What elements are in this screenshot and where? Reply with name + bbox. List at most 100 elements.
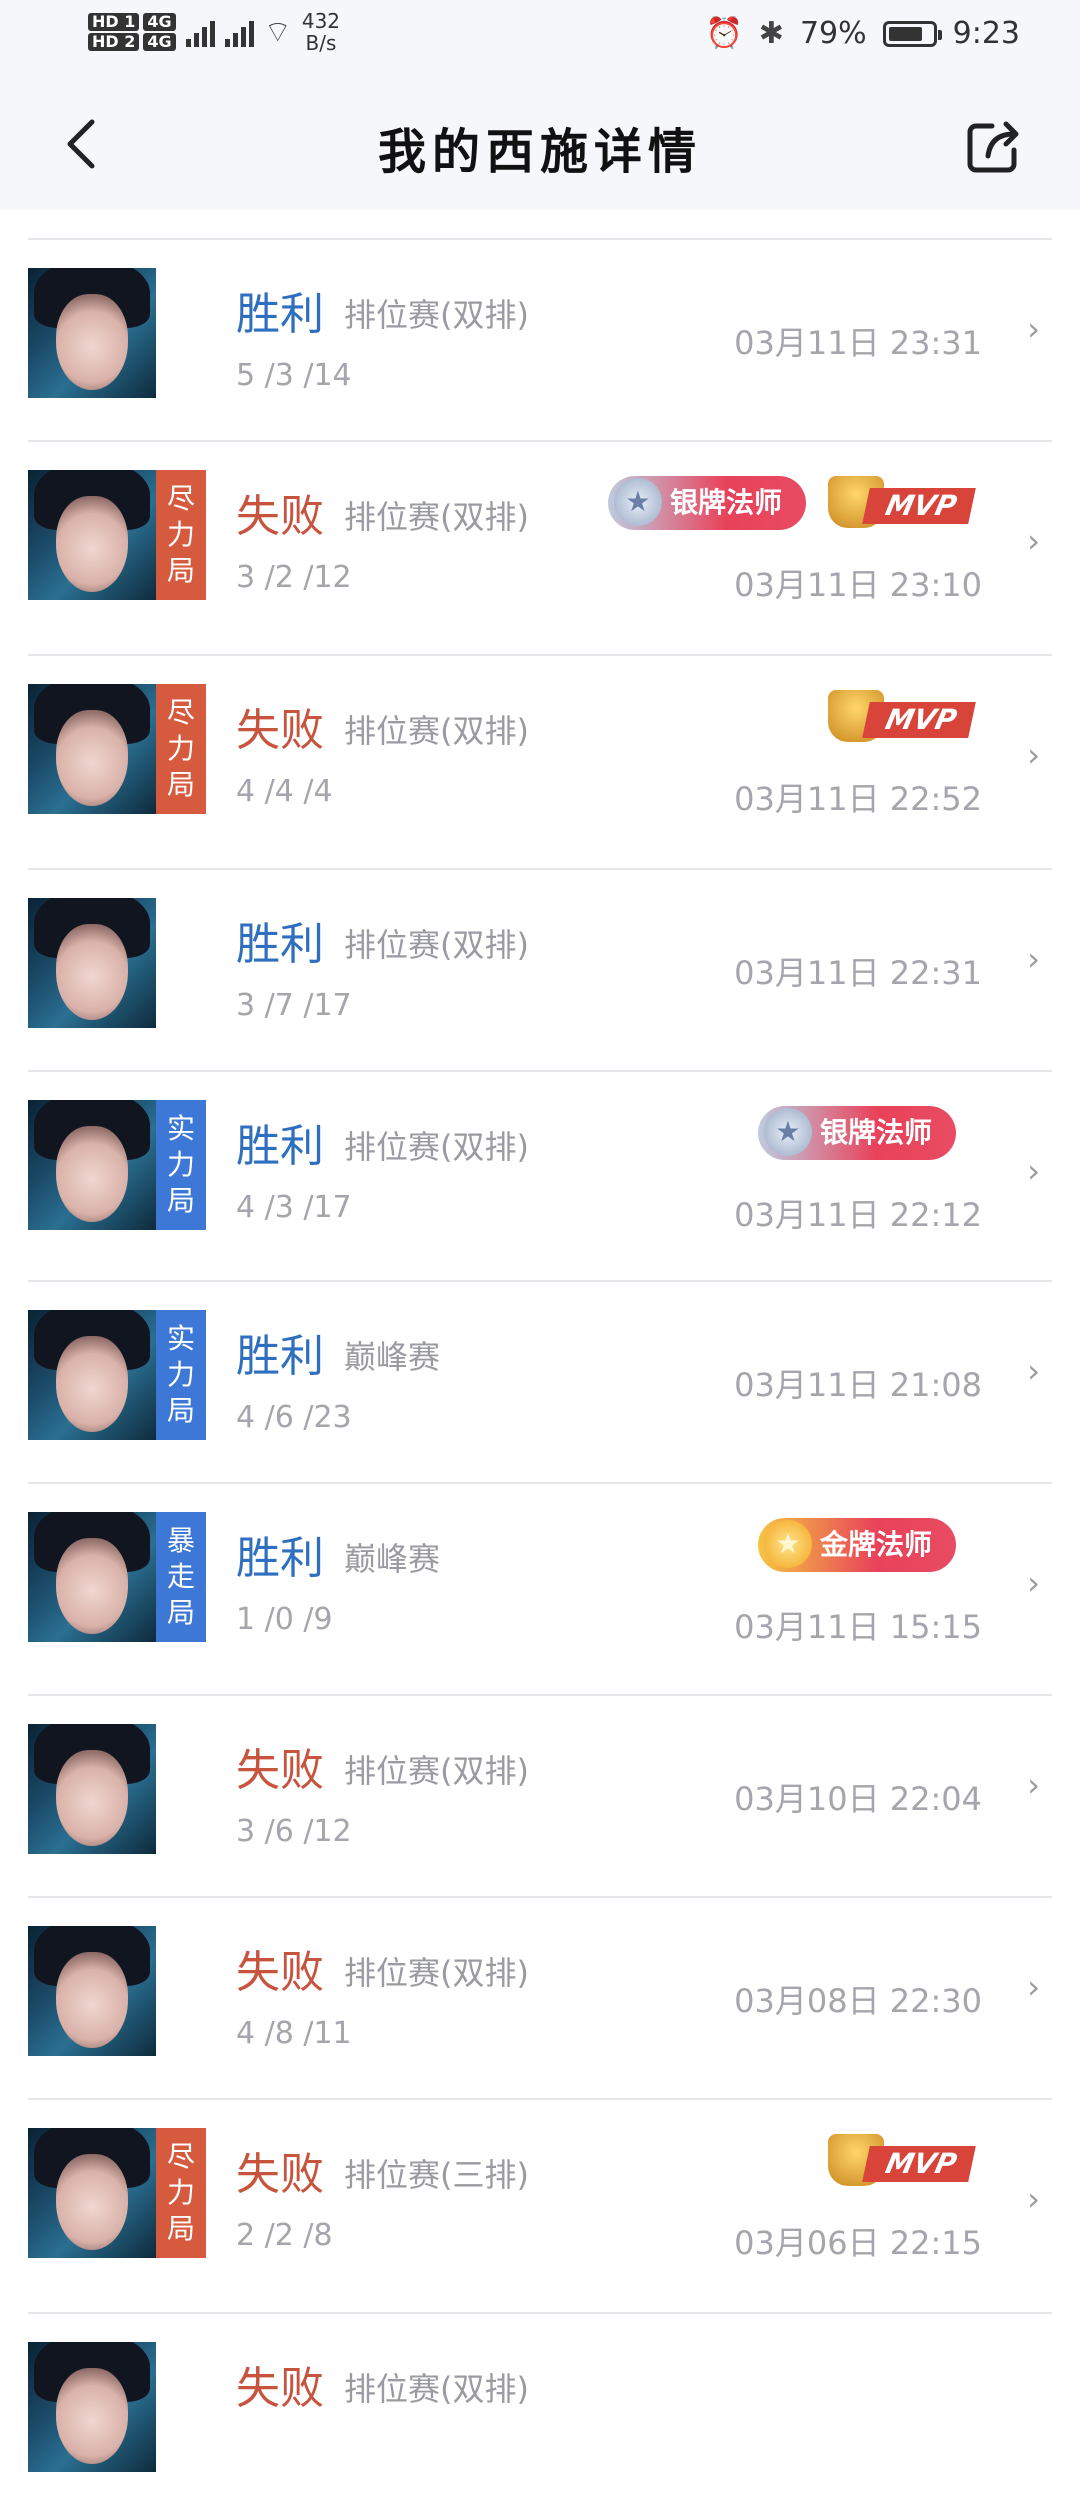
match-time: 03月11日 21:08 (734, 1366, 982, 1404)
match-result: 失败 (236, 2149, 324, 2200)
bluetooth-icon: ✱ (758, 16, 784, 51)
chevron-right-icon[interactable]: › (1027, 1766, 1040, 1804)
performance-tag: 尽力局 (156, 2128, 206, 2258)
match-mode: 排位赛(双排) (344, 712, 529, 750)
hero-avatar (28, 2128, 156, 2258)
hero-avatar (28, 898, 156, 1028)
performance-tag-char: 局 (166, 1184, 195, 1217)
clock: 9:23 (952, 16, 1020, 51)
mvp-badge: MVP (828, 690, 976, 742)
chevron-right-icon[interactable]: › (1027, 310, 1040, 348)
mvp-label: MVP (862, 702, 976, 738)
match-time: 03月11日 15:15 (734, 1608, 982, 1646)
hero-avatar (28, 684, 156, 814)
performance-tag-char: 力 (166, 1358, 195, 1391)
hero-avatar (28, 2342, 156, 2472)
match-mode: 排位赛(双排) (344, 498, 529, 536)
match-time: 03月11日 22:31 (734, 954, 982, 992)
match-row[interactable]: 失败 排位赛(双排) (28, 2312, 1052, 2514)
battery-percent: 79% (799, 16, 867, 51)
silver-mage-badge: 银牌法师 (757, 1106, 956, 1160)
match-mode: 巅峰赛 (344, 1338, 441, 1376)
performance-tag-char: 实 (166, 1322, 195, 1355)
performance-tag-char: 力 (166, 732, 195, 765)
gold-mage-badge: 金牌法师 (757, 1518, 956, 1572)
sim2-label: HD 2 (88, 33, 140, 51)
chevron-right-icon[interactable]: › (1027, 736, 1040, 774)
match-row[interactable]: 胜利 排位赛(双排) 3 /7 /17 03月11日 22:31 › (28, 868, 1052, 1070)
nav-bar: 我的西施详情 (0, 90, 1080, 200)
performance-tag: 暴走局 (156, 1512, 206, 1642)
chevron-right-icon[interactable]: › (1027, 1968, 1040, 2006)
net2-label: 4G (143, 33, 176, 51)
hero-avatar (28, 268, 156, 398)
chevron-right-icon[interactable]: › (1027, 1564, 1040, 1602)
hero-avatar (28, 470, 156, 600)
hero-avatar (28, 1926, 156, 2056)
signal-icon (185, 17, 215, 47)
match-kda: 1 /0 /9 (236, 1602, 333, 1637)
mvp-label: MVP (862, 2146, 976, 2182)
match-row[interactable]: 暴走局胜利巅峰赛1 /0 /903月11日 15:15金牌法师› (28, 1482, 1052, 1694)
chevron-right-icon[interactable]: › (1027, 940, 1040, 978)
performance-tag-char: 尽 (166, 696, 195, 729)
performance-tag-char: 尽 (166, 2140, 195, 2173)
match-result: 失败 (236, 1947, 324, 1998)
share-icon[interactable] (964, 116, 1024, 176)
match-kda: 3 /6 /12 (236, 1814, 352, 1849)
performance-tag-char: 走 (166, 1560, 195, 1593)
performance-tag-char: 局 (166, 1596, 195, 1629)
match-list: 胜利 排位赛(双排) 5 /3 /14 03月11日 23:31 › 尽力局失败 排位赛(双… (0, 238, 1080, 2514)
performance-tag-char: 力 (166, 1148, 195, 1181)
match-result: 胜利 (236, 289, 324, 340)
top-bar: HD 1 4G HD 2 4G ⌔ 432 B/s ⏰ ✱ 79% 9:23 我… (0, 0, 1080, 210)
match-row[interactable]: 尽力局失败 排位赛(双排) 4 /4 /4 03月11日 22:52 MVP › (28, 654, 1052, 868)
net1-label: 4G (143, 13, 176, 31)
match-kda: 4 /4 /4 (236, 774, 333, 809)
match-kda: 4 /6 /23 (236, 1400, 352, 1435)
signal2-icon (224, 17, 254, 47)
match-row[interactable]: 胜利 排位赛(双排) 5 /3 /14 03月11日 23:31 › (28, 238, 1052, 440)
match-result: 胜利 (236, 1533, 324, 1584)
match-mode: 排位赛(双排) (344, 2370, 529, 2408)
match-row[interactable]: 失败 排位赛(双排) 4 /8 /11 03月08日 22:30 › (28, 1896, 1052, 2098)
hero-avatar (28, 1100, 156, 1230)
performance-tag: 尽力局 (156, 470, 206, 600)
match-row[interactable]: 实力局胜利 巅峰赛 4 /6 /23 03月11日 21:08 › (28, 1280, 1052, 1482)
sim-indicators: HD 1 4G HD 2 4G (88, 13, 176, 51)
match-mode: 排位赛(双排) (344, 1128, 529, 1166)
match-row[interactable]: 尽力局失败排位赛(双排)3 /2 /1203月11日 23:10银牌法师MVP› (28, 440, 1052, 654)
chevron-right-icon[interactable]: › (1027, 522, 1040, 560)
match-result: 失败 (236, 2363, 324, 2414)
performance-tag-char: 局 (166, 2212, 195, 2245)
sim1-label: HD 1 (88, 13, 140, 31)
performance-tag-char: 力 (166, 2176, 195, 2209)
alarm-icon: ⏰ (705, 16, 743, 51)
battery-icon (882, 20, 942, 47)
match-result: 失败 (236, 1745, 324, 1796)
match-time: 03月11日 23:31 (734, 324, 982, 362)
silver-mage-badge: 银牌法师 (607, 476, 806, 530)
chevron-right-icon[interactable]: › (1027, 1152, 1040, 1190)
match-mode: 排位赛(双排) (344, 926, 529, 964)
match-result: 胜利 (236, 1121, 324, 1172)
match-mode: 排位赛(三排) (344, 2156, 529, 2194)
hero-avatar (28, 1310, 156, 1440)
mvp-badge: MVP (828, 2134, 976, 2186)
match-time: 03月11日 22:52 (734, 780, 982, 818)
chevron-right-icon[interactable]: › (1027, 1352, 1040, 1390)
hero-avatar (28, 1512, 156, 1642)
match-time: 03月11日 22:12 (734, 1196, 982, 1234)
hero-avatar (28, 1724, 156, 1854)
match-mode: 排位赛(双排) (344, 1954, 529, 1992)
chevron-right-icon[interactable]: › (1027, 2180, 1040, 2218)
match-kda: 4 /3 /17 (236, 1190, 352, 1225)
performance-tag-char: 力 (166, 518, 195, 551)
match-row[interactable]: 失败 排位赛(双排) 3 /6 /12 03月10日 22:04 › (28, 1694, 1052, 1896)
performance-tag-char: 局 (166, 554, 195, 587)
match-row[interactable]: 尽力局失败 排位赛(三排) 2 /2 /8 03月06日 22:15 MVP › (28, 2098, 1052, 2312)
match-kda: 3 /2 /12 (236, 560, 352, 595)
status-bar: HD 1 4G HD 2 4G ⌔ 432 B/s ⏰ ✱ 79% 9:23 (0, 0, 1080, 76)
performance-tag-char: 实 (166, 1112, 195, 1145)
match-row[interactable]: 实力局 胜利排位赛(双排) 4 /3 /17 03月11日 22:12 银牌法师 › (28, 1070, 1052, 1280)
